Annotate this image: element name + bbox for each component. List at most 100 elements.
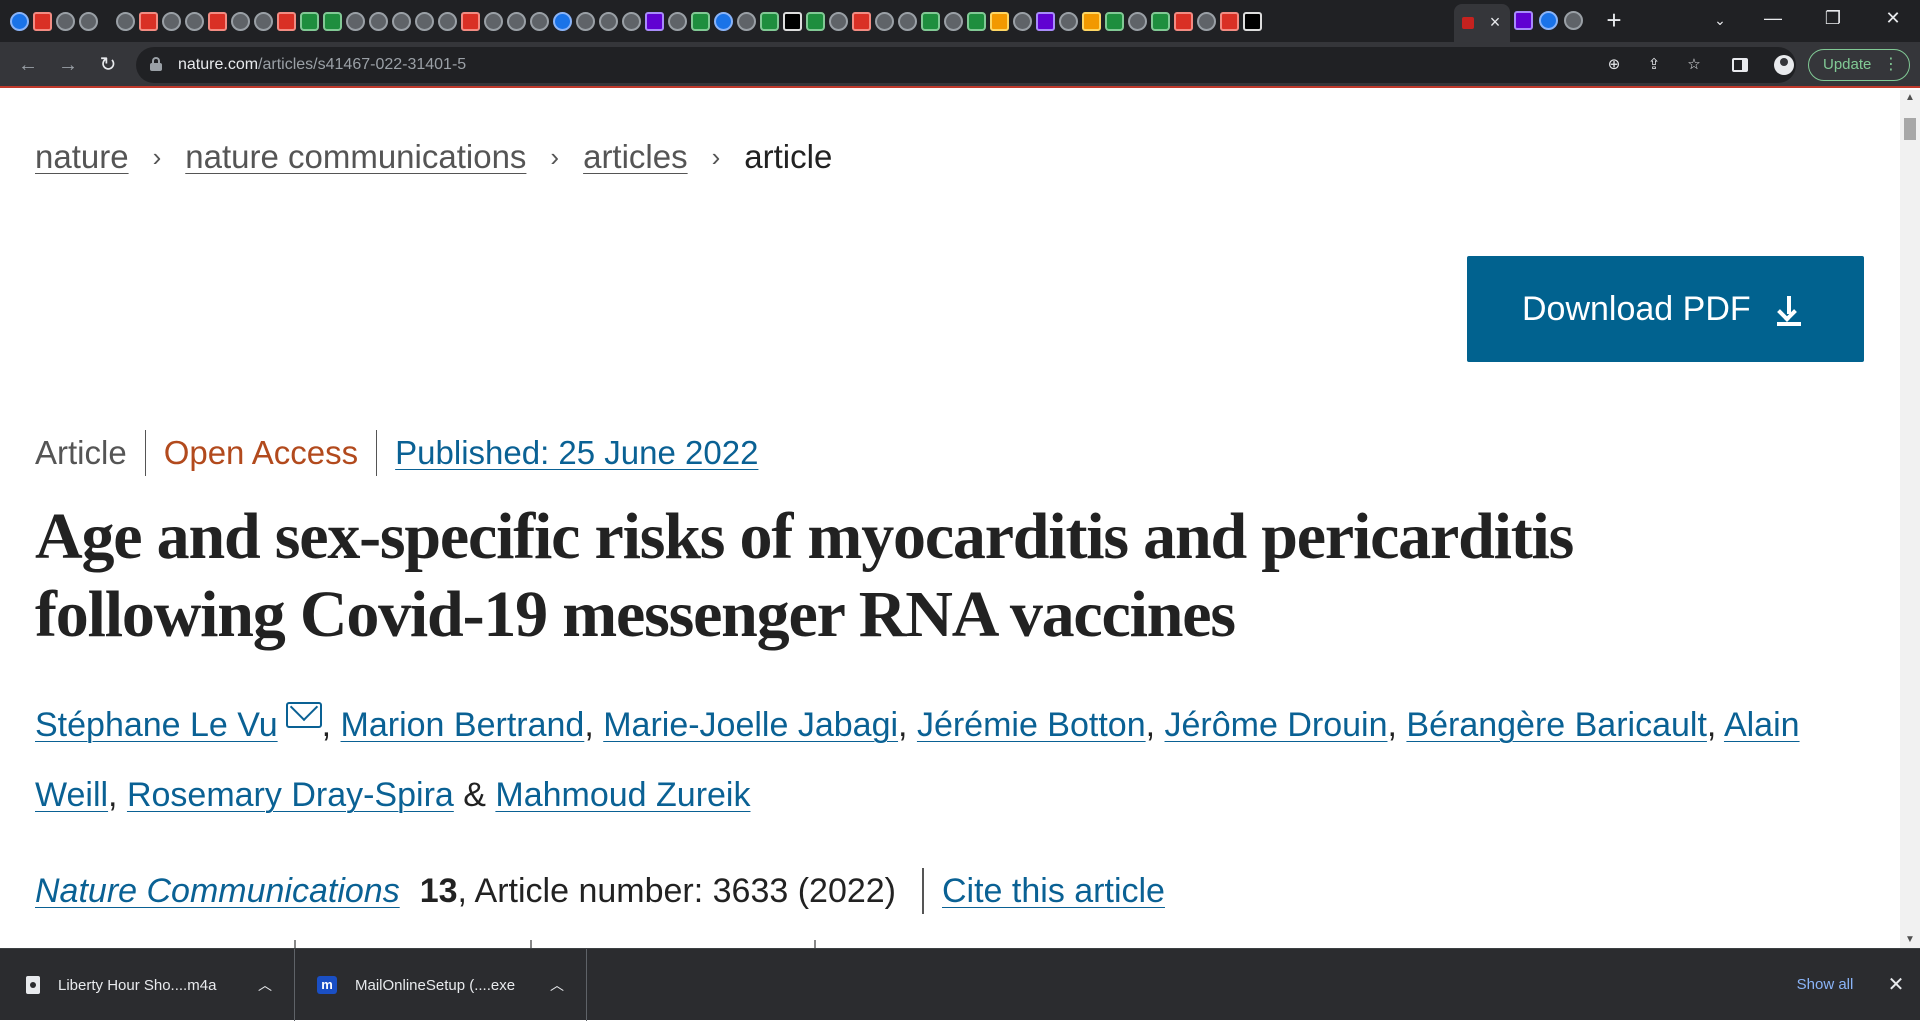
download-item[interactable]: Liberty Hour Sho....m4a ︿: [0, 949, 295, 1021]
url-text[interactable]: nature.com/articles/s41467-022-31401-5: [178, 56, 466, 74]
tab-favicon[interactable]: [829, 11, 848, 31]
breadcrumb-nature-communications[interactable]: nature communications: [185, 138, 526, 176]
back-arrow-icon[interactable]: ←: [14, 51, 42, 79]
active-tab[interactable]: ×: [1454, 4, 1510, 42]
breadcrumb-nature[interactable]: nature: [35, 138, 129, 176]
tab-favicon[interactable]: [990, 11, 1009, 31]
tab-favicon[interactable]: [852, 11, 871, 31]
tab-favicon[interactable]: [1514, 11, 1533, 30]
author-link[interactable]: Marie-Joelle Jabagi: [603, 706, 898, 744]
tab-search-chevron-icon[interactable]: ⌄: [1708, 8, 1732, 32]
tab-favicon[interactable]: [1220, 11, 1239, 31]
tab-favicon[interactable]: [415, 11, 434, 31]
tab-favicon[interactable]: [231, 11, 250, 31]
tab-favicon[interactable]: [1082, 11, 1101, 31]
tab-favicon[interactable]: [484, 11, 503, 31]
tab-favicon[interactable]: [1059, 11, 1078, 31]
close-window-icon[interactable]: ✕: [1870, 0, 1916, 36]
tab-favicon[interactable]: [530, 11, 549, 31]
reload-icon[interactable]: ↻: [94, 51, 122, 79]
tab-favicon[interactable]: [277, 11, 296, 31]
close-tab-icon[interactable]: ×: [1484, 11, 1506, 33]
address-bar[interactable]: nature.com/articles/s41467-022-31401-5 ⊕…: [136, 47, 1796, 83]
tab-favicon[interactable]: [369, 11, 388, 31]
forward-arrow-icon[interactable]: →: [54, 51, 82, 79]
author-link[interactable]: Stéphane Le Vu: [35, 706, 278, 744]
tab-favicon[interactable]: [737, 11, 756, 31]
tab-favicon[interactable]: [1197, 11, 1216, 31]
close-shelf-icon[interactable]: ✕: [1880, 969, 1912, 1001]
tab-favicon[interactable]: [300, 11, 319, 31]
tab-favicon[interactable]: [1564, 11, 1583, 30]
vertical-scrollbar[interactable]: ▲ ▼: [1900, 90, 1920, 948]
tab-favicon[interactable]: [1013, 11, 1032, 31]
restore-window-icon[interactable]: ❐: [1810, 0, 1856, 36]
new-tab-button[interactable]: +: [1600, 6, 1628, 34]
tab-favicon[interactable]: [208, 11, 227, 31]
tab-favicon[interactable]: [921, 11, 940, 31]
tab-favicon[interactable]: [898, 11, 917, 31]
share-icon[interactable]: ⇪: [1642, 53, 1666, 77]
tab-favicon[interactable]: [438, 11, 457, 31]
tab-favicon[interactable]: [944, 11, 963, 31]
tab-favicon[interactable]: [875, 11, 894, 31]
tab-favicon[interactable]: [1128, 11, 1147, 31]
tab-favicon[interactable]: [323, 11, 342, 31]
scrollbar-thumb[interactable]: [1904, 118, 1916, 140]
tab-favicon[interactable]: [392, 11, 411, 31]
tab-favicon[interactable]: [1539, 11, 1558, 30]
tab-favicon[interactable]: [10, 11, 29, 31]
update-button[interactable]: Update ⋮: [1808, 49, 1910, 81]
author-link[interactable]: Marion Bertrand: [341, 706, 585, 744]
tab-favicon[interactable]: [599, 11, 618, 31]
tab-favicon[interactable]: [645, 11, 664, 31]
tab-favicon[interactable]: [967, 11, 986, 31]
author-link[interactable]: Jérôme Drouin: [1165, 706, 1388, 744]
scroll-down-arrow-icon[interactable]: ▼: [1900, 932, 1920, 948]
cite-this-article-link[interactable]: Cite this article: [942, 872, 1165, 911]
author-link[interactable]: Bérangère Baricault: [1406, 706, 1707, 744]
tab-favicon[interactable]: [346, 11, 365, 31]
lock-icon[interactable]: [150, 57, 162, 71]
minimize-window-icon[interactable]: —: [1750, 0, 1796, 36]
tab-favicon[interactable]: [116, 11, 135, 31]
bookmark-star-icon[interactable]: ☆: [1682, 53, 1706, 77]
journal-link[interactable]: Nature Communications: [35, 872, 400, 911]
tab-favicon[interactable]: [1174, 11, 1193, 31]
tab-favicon[interactable]: [760, 11, 779, 31]
tab-favicon[interactable]: [553, 11, 572, 31]
tab-favicon[interactable]: [714, 11, 733, 31]
tab-favicon[interactable]: [622, 11, 641, 31]
tab-favicon[interactable]: [33, 11, 52, 31]
chevron-up-icon[interactable]: ︿: [550, 975, 564, 995]
tab-favicon[interactable]: [1105, 11, 1124, 31]
profile-avatar-icon[interactable]: [1774, 55, 1794, 75]
tab-favicon[interactable]: [576, 11, 595, 31]
tab-favicon[interactable]: [668, 11, 687, 31]
download-item[interactable]: m MailOnlineSetup (....exe ︿: [295, 949, 587, 1021]
author-link[interactable]: Jérémie Botton: [917, 706, 1146, 744]
chevron-up-icon[interactable]: ︿: [258, 975, 272, 995]
scroll-up-arrow-icon[interactable]: ▲: [1900, 90, 1920, 106]
show-all-downloads-button[interactable]: Show all: [1780, 969, 1870, 1001]
tab-favicon[interactable]: [507, 11, 526, 31]
email-envelope-icon[interactable]: [285, 702, 322, 728]
breadcrumb-articles[interactable]: articles: [583, 138, 688, 176]
download-pdf-button[interactable]: Download PDF: [1467, 256, 1864, 362]
author-link[interactable]: Rosemary Dray-Spira: [127, 776, 454, 814]
tab-favicon[interactable]: [185, 11, 204, 31]
tab-favicon[interactable]: [1151, 11, 1170, 31]
zoom-icon[interactable]: ⊕: [1602, 53, 1626, 77]
tab-favicon[interactable]: [691, 11, 710, 31]
tab-favicon[interactable]: [461, 11, 480, 31]
side-panel-icon[interactable]: [1732, 58, 1748, 72]
tab-favicon[interactable]: [806, 11, 825, 31]
tab-favicon[interactable]: [56, 11, 75, 31]
tab-favicon[interactable]: [1036, 11, 1055, 31]
more-menu-icon[interactable]: ⋮: [1883, 50, 1899, 80]
author-link[interactable]: Mahmoud Zureik: [495, 776, 750, 814]
tab-favicon[interactable]: [254, 11, 273, 31]
tab-favicon[interactable]: [139, 11, 158, 31]
tab-favicon[interactable]: [79, 11, 98, 31]
tab-favicon[interactable]: [783, 11, 802, 31]
